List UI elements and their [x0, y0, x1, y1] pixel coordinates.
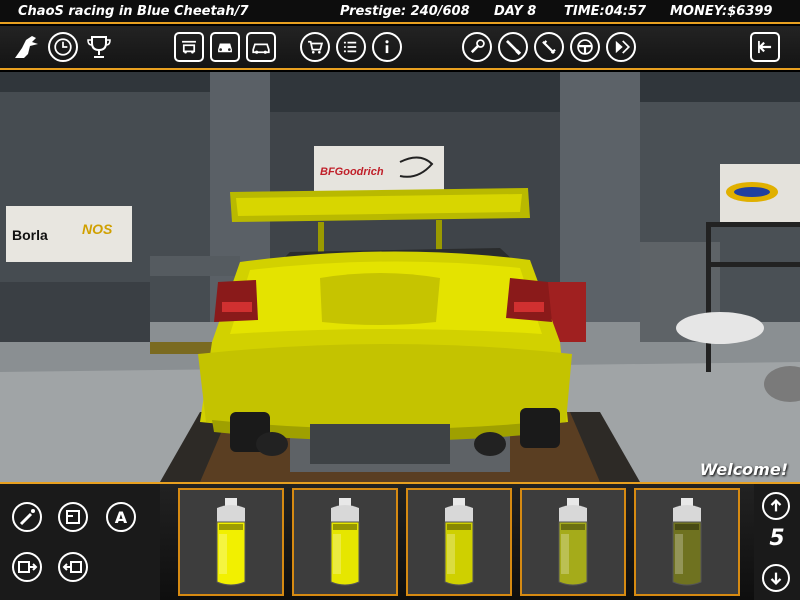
car-door-icon[interactable]: [58, 502, 88, 532]
exit-icon[interactable]: [750, 32, 780, 62]
paint-can-slot[interactable]: [406, 488, 512, 596]
car-swap-icon[interactable]: [246, 32, 276, 62]
garage-render: BFGoodrich Borla NOS: [0, 72, 800, 482]
import-icon[interactable]: [12, 552, 42, 582]
spray-can-icon: [558, 498, 588, 586]
car-front-icon[interactable]: [210, 32, 240, 62]
list-icon[interactable]: [336, 32, 366, 62]
tune-icon[interactable]: [534, 32, 564, 62]
decal-letter: A: [114, 507, 128, 527]
spray-can-icon: [672, 498, 702, 586]
banner-right: [720, 164, 800, 222]
clock-icon[interactable]: [48, 32, 78, 62]
welcome-message: Welcome!: [699, 460, 788, 479]
prestige-readout: Prestige: 240/608: [340, 4, 470, 19]
page-up-button[interactable]: [762, 492, 790, 520]
spray-can-icon: [444, 498, 474, 586]
export-icon[interactable]: [58, 552, 88, 582]
spray-can-icon: [330, 498, 360, 586]
paint-panel: A 5: [0, 482, 800, 600]
svg-text:NOS: NOS: [82, 221, 113, 237]
paint-can-slot[interactable]: [520, 488, 626, 596]
paint-can-slot[interactable]: [292, 488, 398, 596]
main-toolbar: [0, 26, 800, 70]
spray-can-icon: [216, 498, 246, 586]
page-navigator: 5: [754, 484, 800, 600]
day-readout: DAY 8: [494, 4, 537, 19]
svg-text:Borla: Borla: [12, 227, 48, 243]
info-icon[interactable]: [372, 32, 402, 62]
status-bar: ChaoS racing in Blue Cheetah/7 Prestige:…: [0, 0, 800, 24]
driver-info: ChaoS racing in Blue Cheetah/7: [18, 4, 249, 19]
paint-tools: A: [0, 484, 160, 600]
money-readout: MONEY:$6399: [670, 4, 773, 19]
decal-a-icon[interactable]: A: [106, 502, 136, 532]
shop-cart-icon[interactable]: [300, 32, 330, 62]
paint-can-slot[interactable]: [634, 488, 740, 596]
trophy-icon[interactable]: [84, 32, 114, 62]
page-number: 5: [769, 526, 785, 551]
screwdriver-icon[interactable]: [498, 32, 528, 62]
banner-borla-nos: Borla NOS: [6, 206, 132, 262]
wrench-icon[interactable]: [462, 32, 492, 62]
paint-can-slot[interactable]: [178, 488, 284, 596]
svg-text:BFGoodrich: BFGoodrich: [320, 166, 384, 178]
steering-wheel-icon[interactable]: [570, 32, 600, 62]
garage-icon[interactable]: [174, 32, 204, 62]
spray-icon[interactable]: [12, 502, 42, 532]
play-forward-icon[interactable]: [606, 32, 636, 62]
garage-scene: BFGoodrich Borla NOS: [0, 72, 800, 482]
page-down-button[interactable]: [762, 564, 790, 592]
banner-bfgoodrich: BFGoodrich: [314, 146, 444, 196]
cheetah-logo-icon[interactable]: [12, 32, 42, 62]
time-readout: TIME:04:57: [564, 4, 647, 19]
